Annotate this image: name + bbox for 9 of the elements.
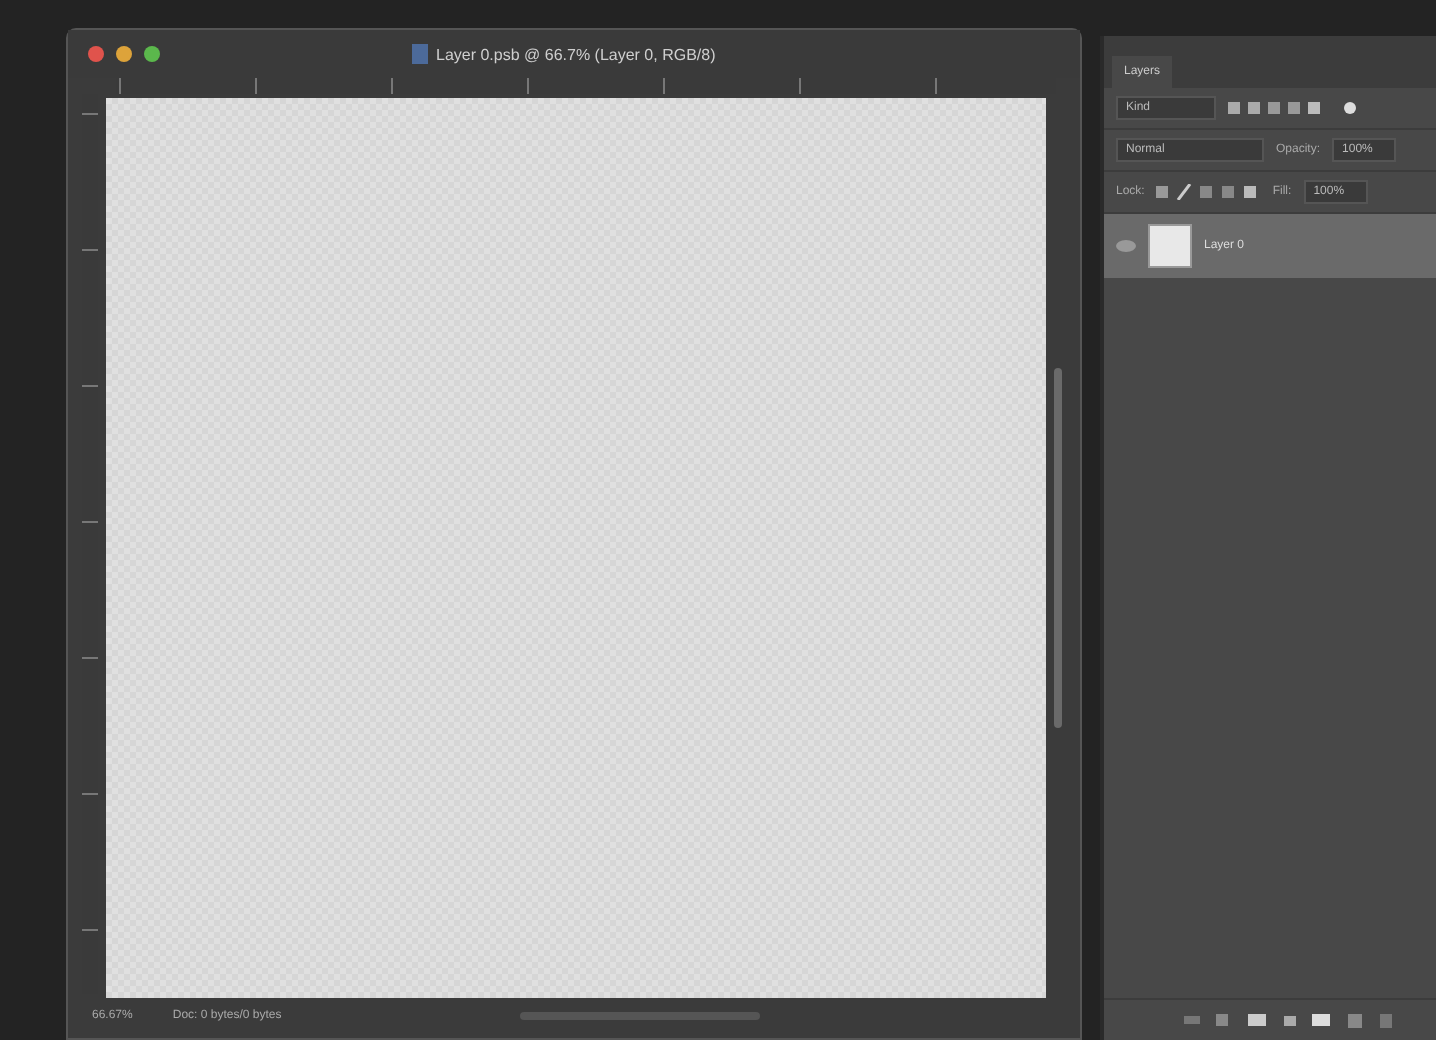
toggle-icon[interactable]	[1344, 102, 1356, 114]
zoom-button[interactable]	[144, 46, 160, 62]
document-icon	[412, 44, 428, 64]
layer-thumbnail	[1148, 224, 1192, 268]
close-button[interactable]	[88, 46, 104, 62]
scrollbar-thumb[interactable]	[1054, 368, 1062, 728]
window-title: Layer 0.psb @ 66.7% (Layer 0, RGB/8)	[436, 45, 716, 63]
minimize-button[interactable]	[116, 46, 132, 62]
lock-icons-drawing[interactable]	[1156, 184, 1261, 200]
